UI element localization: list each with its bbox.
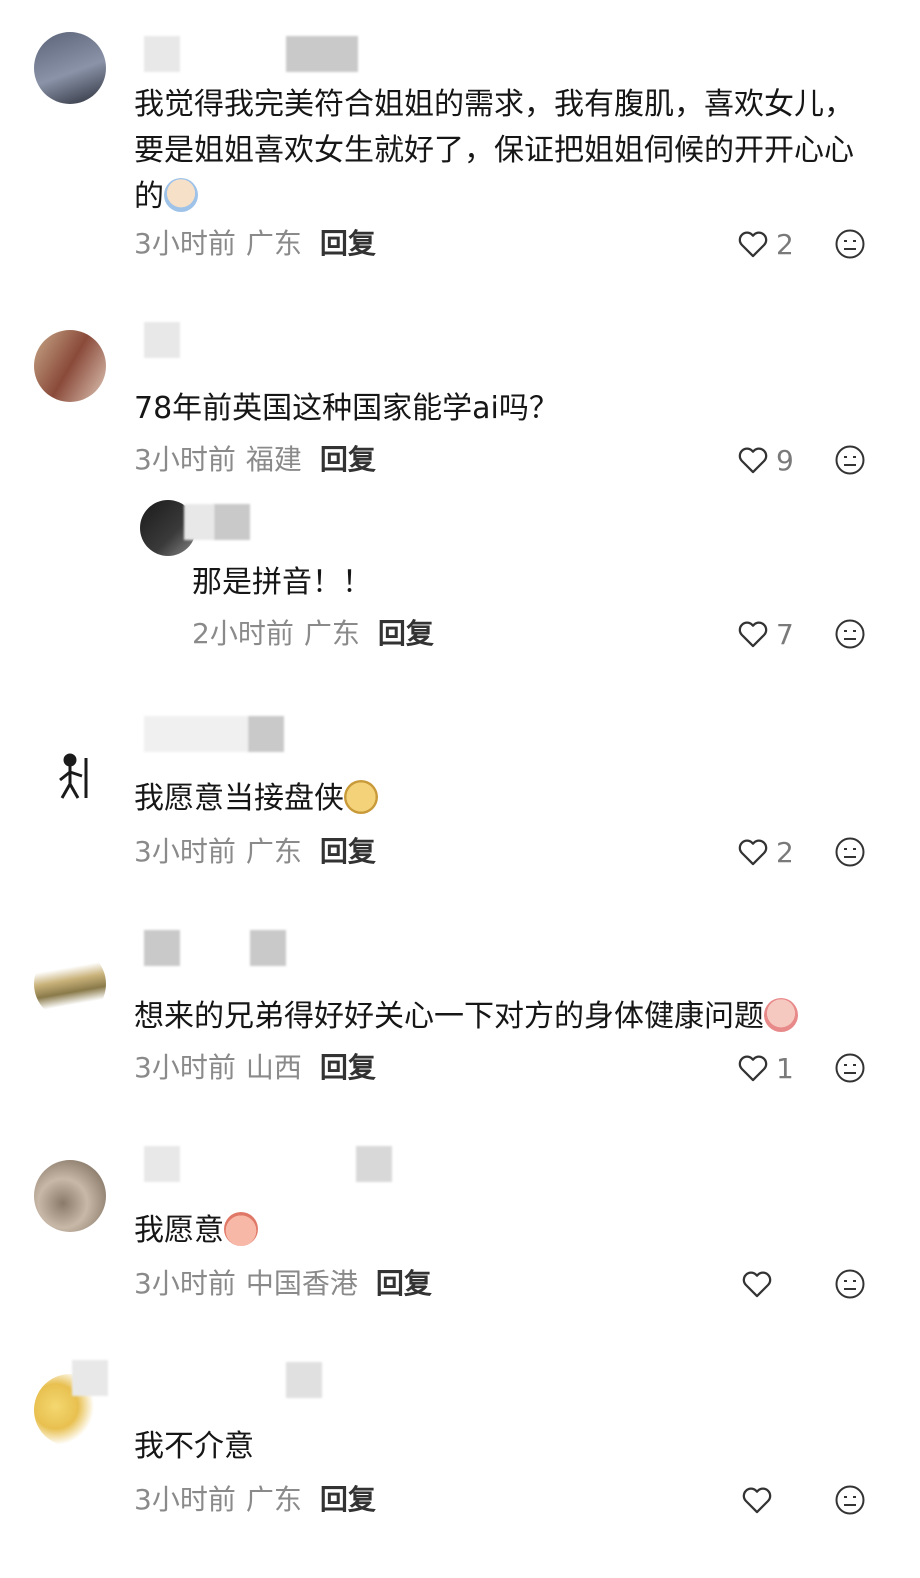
- comment-text: 我觉得我完美符合姐姐的需求，我有腹肌，喜欢女儿，要是姐姐喜欢女生就好了，保证把姐…: [134, 82, 874, 220]
- comment-text: 78年前英国这种国家能学ai吗？: [134, 386, 874, 432]
- like-button[interactable]: 1: [736, 1048, 794, 1088]
- comment-location: 广东: [245, 1483, 302, 1516]
- comment-location: 福建: [245, 443, 302, 476]
- comment-location: 广东: [303, 617, 360, 650]
- comment-text-body: 我愿意: [134, 1213, 224, 1248]
- like-button[interactable]: 9: [736, 440, 794, 480]
- comment-time: 3小时前: [134, 443, 236, 476]
- comment-text: 我愿意: [134, 1208, 874, 1254]
- comment-meta: 3小时前 福建 回复: [134, 440, 376, 480]
- dislike-face-icon[interactable]: [834, 618, 866, 650]
- like-count: 2: [776, 835, 794, 869]
- avatar[interactable]: [34, 32, 106, 104]
- reply-button[interactable]: 回复: [320, 227, 376, 260]
- reply-button[interactable]: 回复: [320, 443, 376, 476]
- comment-meta: 3小时前 广东 回复: [134, 832, 376, 872]
- dislike-face-icon[interactable]: [834, 1052, 866, 1084]
- dislike-face-icon[interactable]: [834, 444, 866, 476]
- username-redacted: [144, 1146, 180, 1182]
- avatar[interactable]: [34, 948, 106, 1020]
- like-button[interactable]: 2: [736, 832, 794, 872]
- username-redacted: [286, 36, 358, 72]
- reply-button[interactable]: 回复: [320, 835, 376, 868]
- comment-time: 2小时前: [192, 617, 294, 650]
- comment-text-body: 那是拼音！！: [192, 565, 372, 600]
- comment-text: 那是拼音！！: [192, 560, 872, 606]
- comment-location: 山西: [245, 1051, 302, 1084]
- comment-text-body: 78年前英国这种国家能学ai吗？: [134, 391, 559, 426]
- like-count: 2: [776, 227, 794, 261]
- username-redacted: [248, 716, 284, 752]
- username-redacted: [144, 36, 180, 72]
- comment-location: 广东: [245, 227, 302, 260]
- comment-time: 3小时前: [134, 1483, 236, 1516]
- username-redacted: [144, 716, 248, 752]
- dislike-face-icon[interactable]: [834, 1484, 866, 1516]
- username-redacted: [356, 1146, 392, 1182]
- comment-text: 我愿意当接盘侠: [134, 776, 874, 822]
- comment-time: 3小时前: [134, 835, 236, 868]
- username-redacted: [144, 322, 180, 358]
- reply-button[interactable]: 回复: [320, 1483, 376, 1516]
- like-button[interactable]: 7: [736, 614, 794, 654]
- heart-icon: [738, 447, 768, 474]
- heart-icon: [742, 1487, 772, 1514]
- heart-icon: [738, 621, 768, 648]
- avatar[interactable]: [34, 740, 106, 812]
- comment-time: 3小时前: [134, 1267, 236, 1300]
- comment-text-body: 想来的兄弟得好好关心一下对方的身体健康问题: [134, 999, 764, 1034]
- like-button[interactable]: [740, 1264, 780, 1304]
- heart-icon: [742, 1271, 772, 1298]
- comment-meta: 3小时前 广东 回复: [134, 224, 376, 264]
- reply-button[interactable]: 回复: [376, 1267, 432, 1300]
- heart-icon: [738, 231, 768, 258]
- comment-location: 中国香港: [245, 1267, 358, 1300]
- comment-text: 我不介意: [134, 1424, 874, 1470]
- comment-meta: 2小时前 广东 回复: [192, 614, 434, 654]
- like-button[interactable]: [740, 1480, 780, 1520]
- dislike-face-icon[interactable]: [834, 1268, 866, 1300]
- like-count: 1: [776, 1051, 794, 1085]
- dislike-face-icon[interactable]: [834, 228, 866, 260]
- like-button[interactable]: 2: [736, 224, 794, 264]
- username-redacted: [214, 504, 250, 540]
- crying-face-emoji: [764, 998, 798, 1032]
- dislike-face-icon[interactable]: [834, 836, 866, 868]
- like-count: 9: [776, 443, 794, 477]
- reply-button[interactable]: 回复: [378, 617, 434, 650]
- comment-time: 3小时前: [134, 1051, 236, 1084]
- avatar[interactable]: [34, 1160, 106, 1232]
- comment-time: 3小时前: [134, 227, 236, 260]
- dog-face-emoji: [344, 780, 378, 814]
- peach-face-emoji: [224, 1212, 258, 1246]
- comment-location: 广东: [245, 835, 302, 868]
- like-count: 7: [776, 617, 794, 651]
- hiker-figure-icon: [59, 753, 88, 799]
- reply-button[interactable]: 回复: [320, 1051, 376, 1084]
- username-redacted: [144, 930, 180, 966]
- heart-icon: [738, 839, 768, 866]
- crying-face-emoji: [164, 178, 198, 212]
- username-redacted: [72, 1360, 108, 1396]
- comment-text: 想来的兄弟得好好关心一下对方的身体健康问题: [134, 994, 894, 1040]
- avatar[interactable]: [34, 330, 106, 402]
- heart-icon: [738, 1055, 768, 1082]
- comment-meta: 3小时前 山西 回复: [134, 1048, 376, 1088]
- username-redacted: [250, 930, 286, 966]
- comment-meta: 3小时前 中国香港 回复: [134, 1264, 432, 1304]
- username-redacted: [184, 504, 214, 540]
- comment-text-body: 我不介意: [134, 1429, 254, 1464]
- comment-text-body: 我觉得我完美符合姐姐的需求，我有腹肌，喜欢女儿，要是姐姐喜欢女生就好了，保证把姐…: [134, 87, 854, 214]
- comment-text-body: 我愿意当接盘侠: [134, 781, 344, 816]
- comment-meta: 3小时前 广东 回复: [134, 1480, 376, 1520]
- username-redacted: [286, 1362, 322, 1398]
